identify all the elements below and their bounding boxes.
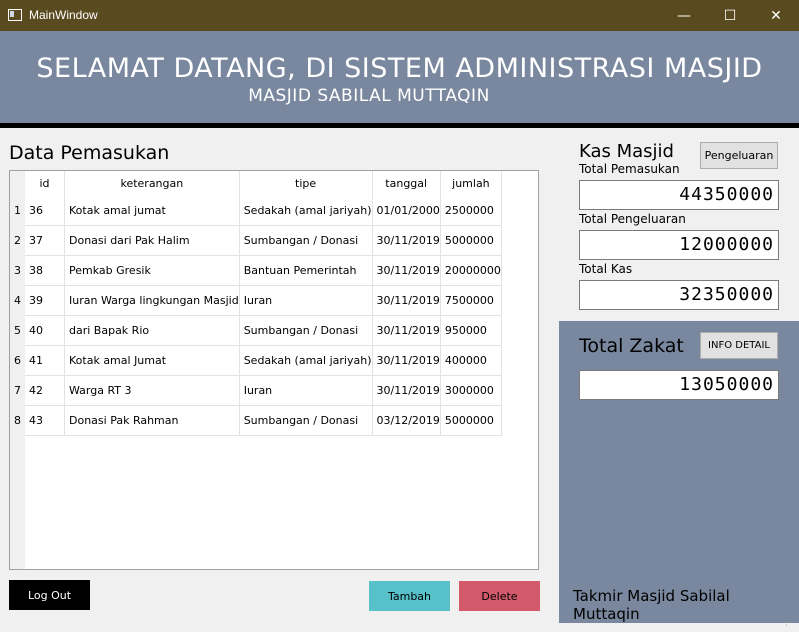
column-header-jumlah[interactable]: jumlah	[440, 171, 502, 196]
column-header-tanggal[interactable]: tanggal	[372, 171, 441, 196]
close-button[interactable]: ✕	[753, 0, 799, 31]
cell-tanggal[interactable]: 30/11/2019	[372, 345, 441, 376]
section-title-pemasukan: Data Pemasukan	[9, 142, 170, 164]
row-number[interactable]: 4	[10, 285, 25, 316]
cell-jumlah[interactable]: 20000000	[440, 255, 502, 286]
column-header-keterangan[interactable]: keterangan	[64, 171, 240, 196]
cell-id[interactable]: 38	[25, 255, 65, 286]
total-kas-field[interactable]: 32350000	[579, 280, 779, 310]
info-detail-button[interactable]: INFO DETAIL	[700, 332, 778, 359]
total-kas-label: Total Kas	[579, 262, 633, 276]
cell-tipe[interactable]: Sedakah (amal jariyah)	[239, 196, 373, 226]
resize-grip-icon[interactable]: ⋰	[785, 618, 797, 630]
total-pengeluaran-label: Total Pengeluaran	[579, 212, 686, 226]
tambah-button[interactable]: Tambah	[369, 581, 450, 611]
minimize-button[interactable]: —	[661, 0, 707, 31]
cell-keterangan[interactable]: Kotak amal Jumat	[64, 345, 240, 376]
header-banner: SELAMAT DATANG, DI SISTEM ADMINISTRASI M…	[0, 31, 799, 123]
footer-takmir-text: Takmir Masjid Sabilal Muttaqin	[573, 587, 730, 623]
cell-keterangan[interactable]: Iuran Warga lingkungan Masjid	[64, 285, 240, 316]
total-pemasukan-field[interactable]: 44350000	[579, 180, 779, 210]
cell-id[interactable]: 43	[25, 405, 65, 436]
pengeluaran-button[interactable]: Pengeluaran	[700, 142, 778, 169]
column-header-id[interactable]: id	[25, 171, 65, 196]
cell-jumlah[interactable]: 2500000	[440, 196, 502, 226]
table-row[interactable]: 2 37 Donasi dari Pak Halim Sumbangan / Dona…	[10, 225, 502, 256]
cell-jumlah[interactable]: 400000	[440, 345, 502, 376]
cell-jumlah[interactable]: 5000000	[440, 405, 502, 436]
delete-button[interactable]: Delete	[459, 581, 540, 611]
table-row[interactable]: 1 36 Kotak amal jumat Sedakah (amal jariyah…	[10, 196, 502, 226]
header-title: SELAMAT DATANG, DI SISTEM ADMINISTRASI M…	[36, 53, 763, 84]
cell-keterangan[interactable]: dari Bapak Rio	[64, 315, 240, 346]
cell-id[interactable]: 37	[25, 225, 65, 256]
cell-id[interactable]: 39	[25, 285, 65, 316]
pemasukan-grid[interactable]: id keterangan tipe tanggal jumlah 1 36 Kot…	[10, 171, 502, 436]
table-row[interactable]: 5 40 dari Bapak Rio Sumbangan / Donasi 30/11…	[10, 315, 502, 346]
cell-id[interactable]: 40	[25, 315, 65, 346]
corner-cell[interactable]	[10, 171, 25, 196]
cell-tipe[interactable]: Sumbangan / Donasi	[239, 315, 373, 346]
cell-tanggal[interactable]: 30/11/2019	[372, 375, 441, 406]
table-row[interactable]: 3 38 Pemkab Gresik Bantuan Pemerintah 30/11/…	[10, 255, 502, 286]
table-row[interactable]: 4 39 Iuran Warga lingkungan Masjid Iuran 30/…	[10, 285, 502, 316]
cell-keterangan[interactable]: Kotak amal jumat	[64, 196, 240, 226]
cell-keterangan[interactable]: Pemkab Gresik	[64, 255, 240, 286]
title-bar: MainWindow — ☐ ✕	[0, 0, 799, 31]
cell-id[interactable]: 42	[25, 375, 65, 406]
zakat-title: Total Zakat	[579, 335, 684, 357]
cell-id[interactable]: 41	[25, 345, 65, 376]
cell-tanggal[interactable]: 30/11/2019	[372, 285, 441, 316]
cell-tanggal[interactable]: 03/12/2019	[372, 405, 441, 436]
row-number[interactable]: 8	[10, 405, 25, 436]
total-pengeluaran-field[interactable]: 12000000	[579, 230, 779, 260]
cell-tipe[interactable]: Bantuan Pemerintah	[239, 255, 373, 286]
header-subtitle: MASJID SABILAL MUTTAQIN	[248, 86, 490, 106]
cell-tipe[interactable]: Sumbangan / Donasi	[239, 225, 373, 256]
header-divider	[0, 123, 799, 128]
cell-tanggal[interactable]: 30/11/2019	[372, 225, 441, 256]
cell-tipe[interactable]: Sumbangan / Donasi	[239, 405, 373, 436]
cell-tanggal[interactable]: 01/01/2000	[372, 196, 441, 226]
cell-keterangan[interactable]: Donasi dari Pak Halim	[64, 225, 240, 256]
row-number[interactable]: 6	[10, 345, 25, 376]
app-window-icon	[8, 9, 22, 21]
table-row[interactable]: 7 42 Warga RT 3 Iuran 30/11/2019 3000000	[10, 375, 502, 406]
cell-keterangan[interactable]: Warga RT 3	[64, 375, 240, 406]
cell-tanggal[interactable]: 30/11/2019	[372, 255, 441, 286]
cell-jumlah[interactable]: 5000000	[440, 225, 502, 256]
table-row[interactable]: 8 43 Donasi Pak Rahman Sumbangan / Donasi 03…	[10, 405, 502, 436]
total-zakat-field[interactable]: 13050000	[579, 370, 779, 400]
cell-jumlah[interactable]: 7500000	[440, 285, 502, 316]
kas-title: Kas Masjid	[579, 141, 674, 162]
cell-tipe[interactable]: Iuran	[239, 375, 373, 406]
row-number[interactable]: 3	[10, 255, 25, 286]
maximize-button[interactable]: ☐	[707, 0, 753, 31]
logout-button[interactable]: Log Out	[9, 580, 90, 610]
cell-jumlah[interactable]: 950000	[440, 315, 502, 346]
row-number[interactable]: 5	[10, 315, 25, 346]
table-row[interactable]: 6 41 Kotak amal Jumat Sedakah (amal jariyah…	[10, 345, 502, 376]
total-pemasukan-label: Total Pemasukan	[579, 162, 680, 176]
cell-tipe[interactable]: Iuran	[239, 285, 373, 316]
row-number[interactable]: 1	[10, 196, 25, 226]
cell-jumlah[interactable]: 3000000	[440, 375, 502, 406]
cell-keterangan[interactable]: Donasi Pak Rahman	[64, 405, 240, 436]
window-title: MainWindow	[29, 8, 98, 22]
zakat-panel	[559, 321, 799, 623]
cell-tanggal[interactable]: 30/11/2019	[372, 315, 441, 346]
cell-id[interactable]: 36	[25, 196, 65, 226]
row-number[interactable]: 7	[10, 375, 25, 406]
column-header-tipe[interactable]: tipe	[239, 171, 373, 196]
pemasukan-table[interactable]: id keterangan tipe tanggal jumlah 1 36 Kot…	[9, 170, 539, 570]
row-number[interactable]: 2	[10, 225, 25, 256]
cell-tipe[interactable]: Sedakah (amal jariyah)	[239, 345, 373, 376]
